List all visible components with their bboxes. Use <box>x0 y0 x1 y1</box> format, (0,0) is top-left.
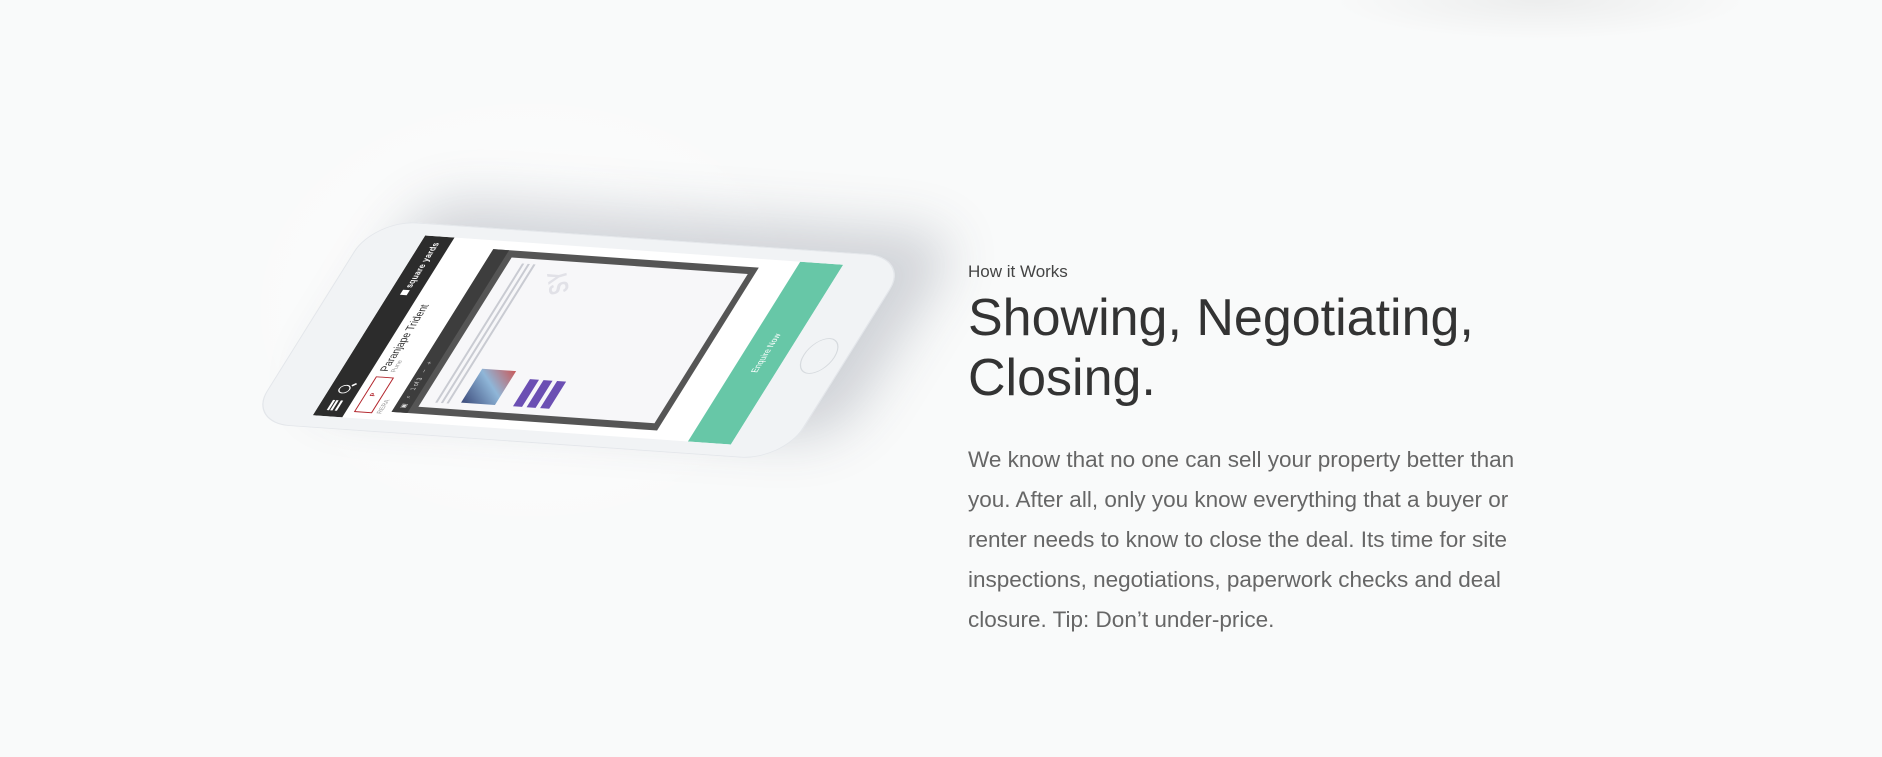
document-image <box>461 368 517 405</box>
search-icon <box>336 384 353 394</box>
viewer-search-icon: ⌕ <box>404 395 413 399</box>
how-it-works-section: How it Works Showing, Negotiating, Closi… <box>968 262 1568 640</box>
zoom-out-icon: − <box>421 369 430 373</box>
section-heading: Showing, Negotiating, Closing. <box>968 288 1568 408</box>
home-button <box>792 337 847 375</box>
brand-square-icon <box>399 290 410 296</box>
section-description: We know that no one can sell your proper… <box>968 447 1515 632</box>
document-watermark: SY <box>540 266 575 299</box>
section-eyebrow: How it Works <box>968 262 1068 281</box>
phone-mockup: square yards P Paranjape Trident Pune RE… <box>246 185 911 585</box>
phone-screen: square yards P Paranjape Trident Pune RE… <box>312 235 844 445</box>
heading-line-2: Closing. <box>968 349 1156 407</box>
heading-line-1: Showing, Negotiating, <box>968 289 1474 347</box>
decorative-shadow <box>1330 0 1750 40</box>
zoom-in-icon: + <box>426 361 435 365</box>
page-indicator: 1 of 3 <box>409 377 425 391</box>
sidebar-toggle-icon: ▣ <box>399 403 410 409</box>
hamburger-menu-icon <box>326 399 343 411</box>
